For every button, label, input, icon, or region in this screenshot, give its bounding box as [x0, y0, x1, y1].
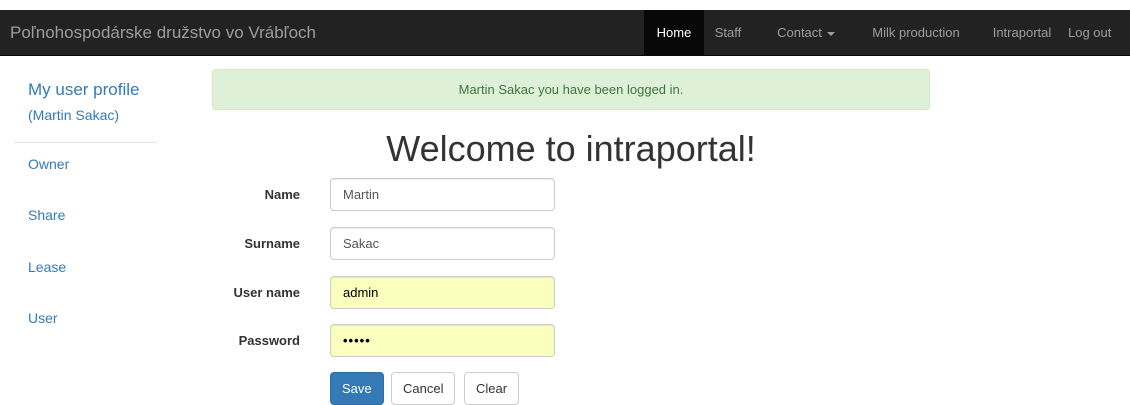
sidebar-profile-name: (Martin Sakac) — [28, 107, 120, 123]
sidebar-item-owner[interactable]: Owner — [28, 156, 69, 172]
cancel-button[interactable]: Cancel — [391, 372, 456, 405]
password-label: Password — [238, 333, 300, 348]
login-success-alert: Martin Sakac you have been logged in. — [212, 69, 930, 110]
nav-staff[interactable]: Staff — [706, 10, 750, 56]
clear-button[interactable]: Clear — [464, 372, 520, 405]
username-label: User name — [233, 285, 300, 300]
nav-intraportal[interactable]: Intraportal — [982, 10, 1062, 56]
nav-contact-label: Contact — [777, 25, 822, 40]
surname-label: Surname — [244, 236, 300, 251]
name-input[interactable] — [330, 178, 555, 211]
brand-link[interactable]: Poľnohospodárske družstvo vo Vrábľoch — [10, 10, 316, 56]
caret-down-icon — [826, 31, 835, 36]
surname-input[interactable] — [330, 227, 555, 260]
top-navbar: Poľnohospodárske družstvo vo Vrábľoch Ho… — [0, 10, 1130, 56]
sidebar-item-user[interactable]: User — [28, 310, 58, 326]
page-title: Welcome to intraportal! — [386, 128, 756, 169]
sidebar-item-lease[interactable]: Lease — [28, 259, 66, 275]
sidebar-profile-link[interactable]: My user profile — [28, 80, 139, 100]
sidebar-divider — [14, 142, 157, 143]
sidebar-item-share[interactable]: Share — [28, 207, 65, 223]
name-label: Name — [264, 187, 300, 202]
username-input[interactable] — [330, 276, 555, 309]
nav-log-out[interactable]: Log out — [1068, 10, 1130, 56]
nav-home[interactable]: Home — [644, 10, 704, 56]
password-input[interactable] — [330, 324, 555, 357]
nav-contact[interactable]: Contact — [764, 10, 848, 56]
save-button[interactable]: Save — [330, 372, 384, 405]
nav-milk-production[interactable]: Milk production — [858, 10, 974, 56]
